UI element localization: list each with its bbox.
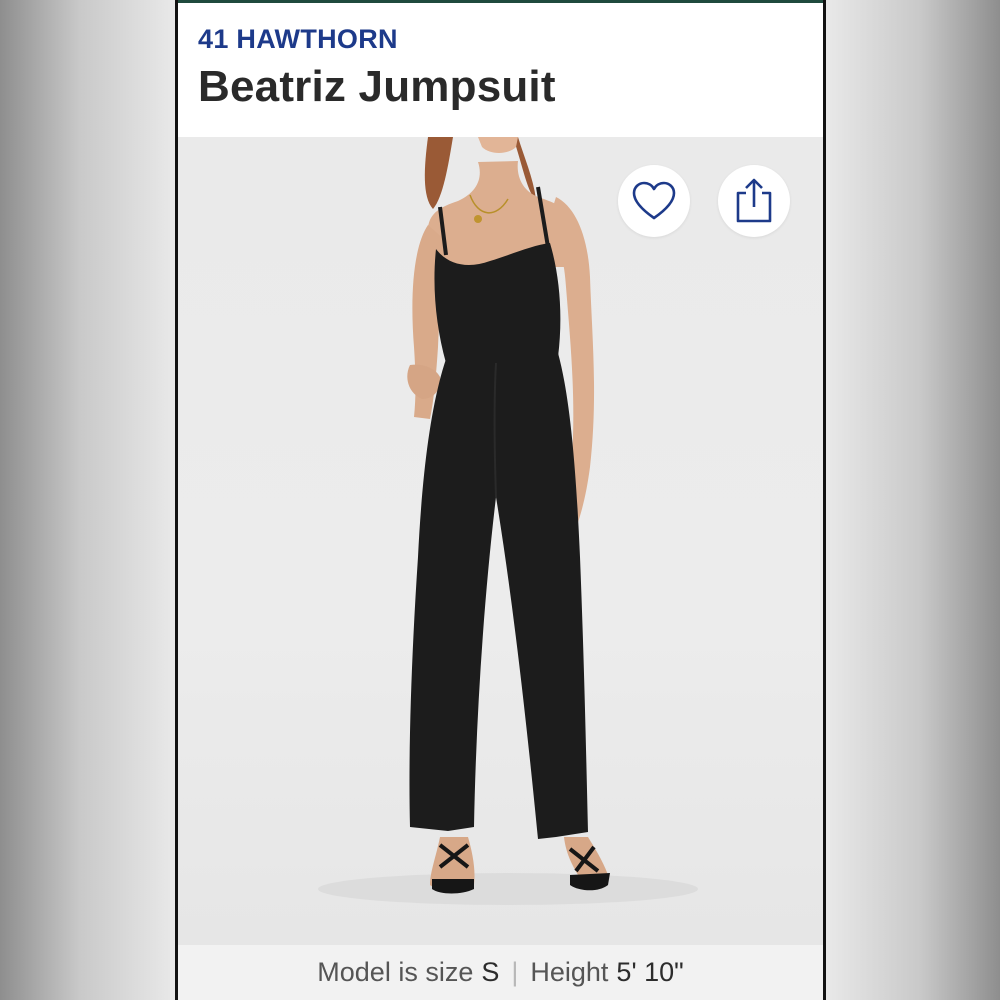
model-photo <box>318 137 698 905</box>
product-title: Beatriz Jumpsuit <box>198 62 556 111</box>
model-height-label: Height <box>530 957 609 987</box>
model-info-caption: Model is size S | Height 5' 10" <box>178 945 823 1000</box>
model-size-label: Model is size <box>317 957 474 987</box>
brand-name[interactable]: 41 HAWTHORN <box>198 24 398 55</box>
caption-separator: | <box>511 957 519 987</box>
model-height-value: 5' 10" <box>616 957 684 987</box>
heart-outline-icon <box>632 181 676 220</box>
top-rule <box>178 0 823 3</box>
model-size-value: S <box>481 957 500 987</box>
product-screen: 41 HAWTHORN Beatriz Jumpsuit Model is si… <box>175 0 826 1000</box>
wishlist-button[interactable] <box>618 165 690 237</box>
product-image[interactable] <box>178 137 823 945</box>
share-upload-icon <box>736 178 772 223</box>
share-button[interactable] <box>718 165 790 237</box>
